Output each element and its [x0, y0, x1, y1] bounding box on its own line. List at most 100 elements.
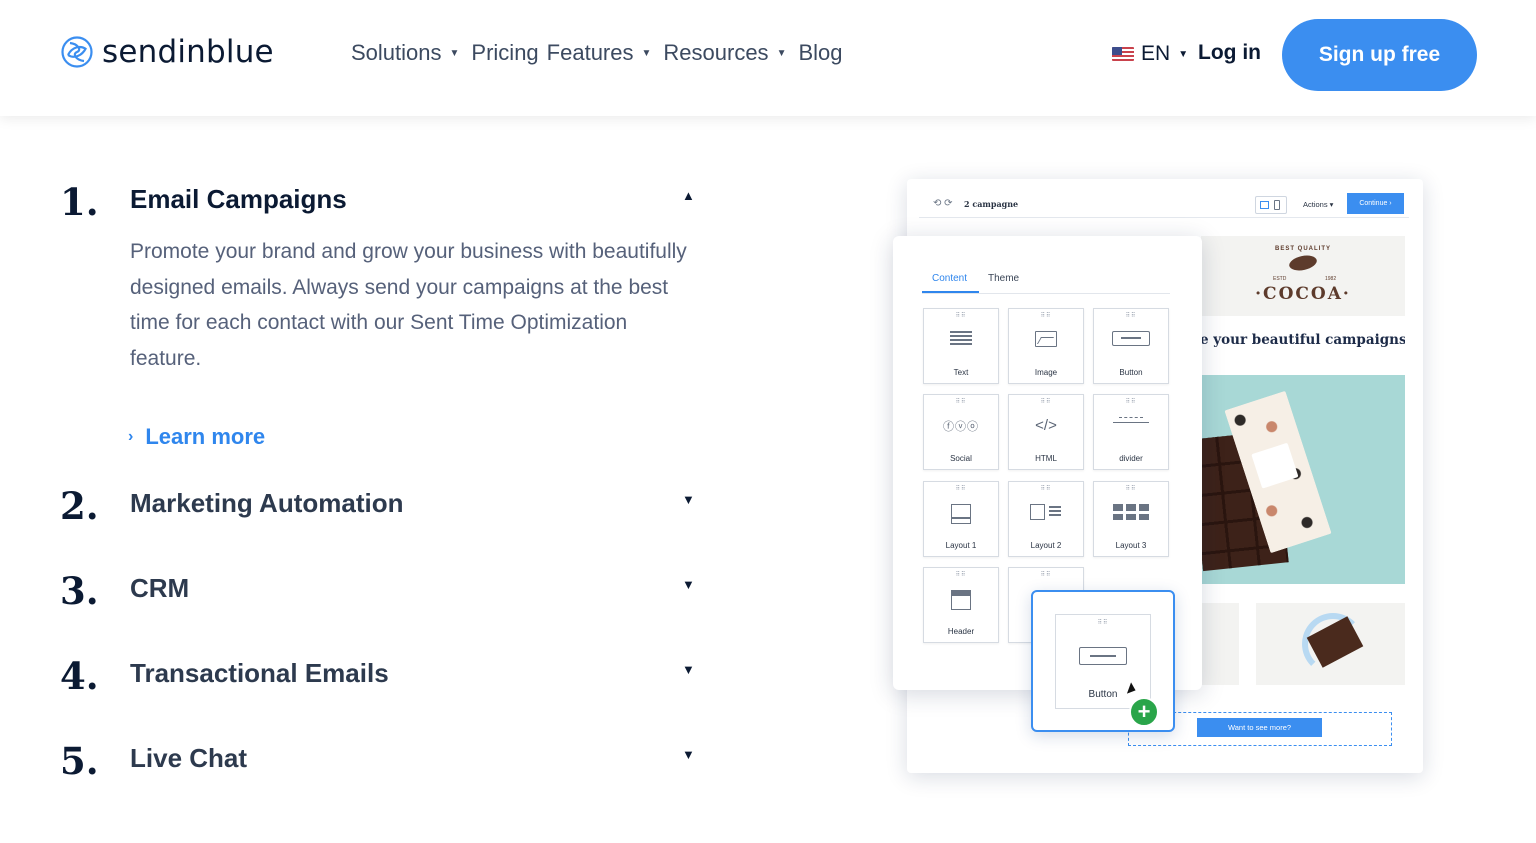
accordion-number: 2. [60, 484, 99, 528]
language-selector[interactable]: EN ▼ [1112, 42, 1188, 66]
block-layout-2: ⠿⠿ Layout 2 [1008, 481, 1084, 557]
learn-more-label: Learn more [145, 424, 266, 449]
block-name: Layout 3 [1115, 541, 1147, 550]
caret-down-icon: ▼ [776, 47, 787, 59]
drag-grip-icon: ⠿⠿ [1097, 620, 1109, 626]
nav-solutions[interactable]: Solutions ▼ [351, 40, 459, 66]
block-name: Layout 1 [945, 541, 977, 550]
accordion-title[interactable]: Email Campaigns [130, 184, 347, 215]
preview-card-right [1256, 603, 1405, 685]
best-quality-text: BEST QUALITY [1274, 246, 1331, 252]
code-icon: </> [1035, 417, 1057, 434]
panel-tabs: Content Theme [922, 271, 1170, 294]
sendinblue-logo-icon [61, 36, 93, 68]
caret-down-icon: ▼ [641, 47, 652, 59]
undo-redo-icon: ⟲ ⟳ [933, 198, 953, 209]
caret-down-icon[interactable]: ▼ [682, 577, 695, 592]
block-html: ⠿⠿ </> HTML [1008, 394, 1084, 470]
logo-text: sendinblue [102, 34, 274, 70]
block-image: ⠿⠿ Image [1008, 308, 1084, 384]
cocoa-wordmark: ·COCOA· [1255, 284, 1351, 304]
nav-features[interactable]: Features ▼ [547, 40, 652, 66]
block-layout-1: ⠿⠿ Layout 1 [923, 481, 999, 557]
drag-grip-icon: ⠿⠿ [1125, 313, 1137, 319]
preview-card-left [1202, 603, 1239, 685]
block-name: Text [953, 368, 969, 377]
social-icons-icon: ⓕⓥⓞ [943, 421, 979, 433]
block-name: Image [1034, 368, 1058, 377]
device-toggle-icon [1255, 196, 1287, 214]
block-name: HTML [1035, 454, 1057, 463]
continue-button: Continue › [1347, 193, 1404, 214]
accordion-title: Marketing Automation [130, 488, 404, 518]
accordion-number: 3. [60, 569, 99, 613]
accordion-item-crm[interactable]: 3. CRM ▼ [60, 569, 700, 619]
accordion-item-email-campaigns: 1. Email Campaigns ▲ Promote your brand … [60, 180, 700, 460]
language-label: EN [1141, 42, 1171, 65]
divider-icon [1113, 417, 1149, 431]
actions-menu: Actions ▾ [1303, 200, 1334, 209]
year-text: 1982 [1325, 276, 1337, 282]
nav-blog-label: Blog [798, 40, 843, 65]
nav-blog[interactable]: Blog [798, 40, 842, 66]
block-social: ⠿⠿ ⓕⓥⓞ Social [923, 394, 999, 470]
drag-grip-icon: ⠿⠿ [1040, 313, 1052, 319]
tab-theme: Theme [988, 273, 1020, 284]
caret-up-icon[interactable]: ▲ [682, 188, 695, 203]
accordion-item-live-chat[interactable]: 5. Live Chat ▼ [60, 739, 700, 789]
drag-grip-icon: ⠿⠿ [955, 572, 967, 578]
chevron-right-icon: › [128, 428, 134, 445]
drag-grip-icon: ⠿⠿ [1125, 399, 1137, 405]
drag-grip-icon: ⠿⠿ [1040, 486, 1052, 492]
signup-button[interactable]: Sign up free [1282, 19, 1477, 91]
editor-toolbar: ⟲ ⟳ 2 campagne Actions ▾ Continue › [919, 193, 1409, 218]
want-to-see-more-button: Want to see more? [1197, 718, 1322, 737]
button-icon [1079, 647, 1127, 665]
preview-headline: e your beautiful campaigns [1200, 332, 1405, 348]
accordion-title: Transactional Emails [130, 658, 389, 688]
nav-solutions-label: Solutions [351, 40, 442, 65]
block-name: Social [950, 454, 972, 463]
caret-down-icon[interactable]: ▼ [682, 492, 695, 507]
block-button: ⠿⠿ Button [1093, 308, 1169, 384]
accordion-number: 4. [60, 654, 99, 698]
text-lines-icon [950, 331, 972, 345]
caret-down-icon[interactable]: ▼ [682, 662, 695, 677]
login-link[interactable]: Log in [1198, 41, 1261, 65]
layout-1-icon [951, 504, 971, 524]
site-header: sendinblue Solutions ▼ Pricing Features … [0, 0, 1536, 116]
estd-text: ESTD [1273, 276, 1287, 282]
drag-grip-icon: ⠿⠿ [955, 399, 967, 405]
caret-down-icon: ▼ [1178, 48, 1189, 60]
caret-down-icon[interactable]: ▼ [682, 747, 695, 762]
accordion-title: Live Chat [130, 743, 248, 773]
nav-pricing[interactable]: Pricing [471, 40, 538, 66]
layout-2-icon [1030, 504, 1062, 520]
nav-resources[interactable]: Resources ▼ [663, 40, 786, 66]
drag-grip-icon: ⠿⠿ [1125, 486, 1137, 492]
drag-grip-icon: ⠿⠿ [1040, 572, 1052, 578]
nav-features-label: Features [546, 40, 634, 65]
active-tab-indicator [922, 291, 979, 293]
accordion-item-transactional-emails[interactable]: 4. Transactional Emails ▼ [60, 654, 700, 704]
header-icon [951, 590, 971, 610]
block-name: Layout 2 [1030, 541, 1062, 550]
chocolate-hero-image [1202, 375, 1405, 584]
drag-grip-icon: ⠿⠿ [1040, 399, 1052, 405]
layout-3-icon [1113, 504, 1149, 526]
logo[interactable]: sendinblue [60, 34, 274, 70]
tab-content: Content [932, 273, 968, 284]
us-flag-icon [1112, 47, 1134, 61]
add-plus-icon: + [1129, 697, 1159, 727]
nav-pricing-label: Pricing [471, 40, 539, 65]
learn-more-link[interactable]: › Learn more [128, 424, 265, 450]
dragged-block-inner: ⠿⠿ Button [1055, 614, 1151, 709]
drag-grip-icon: ⠿⠿ [955, 486, 967, 492]
block-text: ⠿⠿ Text [923, 308, 999, 384]
drag-grip-icon: ⠿⠿ [955, 313, 967, 319]
image-icon [1035, 331, 1057, 347]
caret-down-icon: ▼ [449, 47, 460, 59]
accordion-title: CRM [130, 573, 190, 603]
block-name: Button [1119, 368, 1143, 377]
accordion-item-marketing-automation[interactable]: 2. Marketing Automation ▼ [60, 484, 700, 534]
